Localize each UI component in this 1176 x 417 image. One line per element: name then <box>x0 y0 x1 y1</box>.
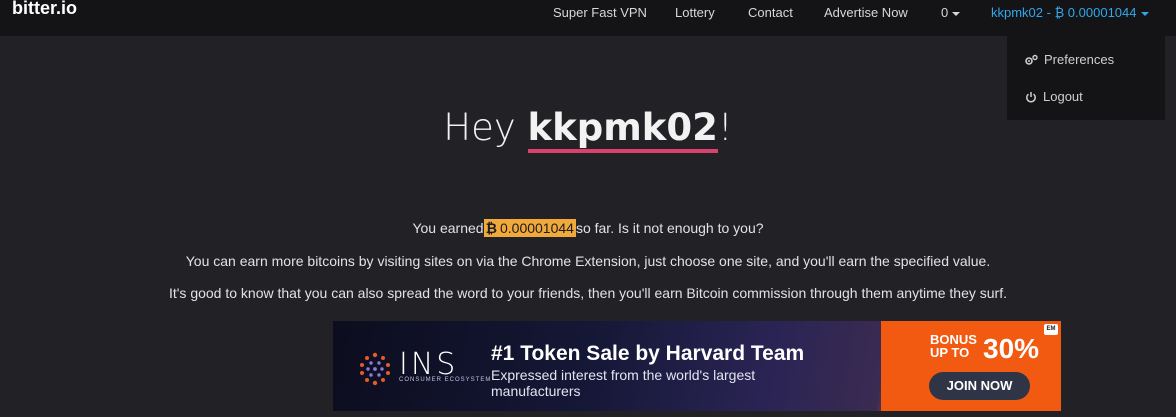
notifications-dropdown-toggle[interactable]: 0 <box>941 5 961 20</box>
earned-prefix: You earned <box>412 220 484 236</box>
gears-icon <box>1025 54 1038 65</box>
nav-link-advertise[interactable]: Advertise Now <box>824 5 908 20</box>
account-label: kkpmk02 - ₿ 0.00001044 <box>991 5 1137 20</box>
brand-logo[interactable]: bitter.io <box>12 0 77 19</box>
ad-banner[interactable]: INS CONSUMER ECOSYSTEM #1 Token Sale by … <box>333 321 1061 411</box>
greeting-heading: Hey kkpmk02! <box>0 106 1176 153</box>
join-now-button[interactable]: JOIN NOW <box>929 372 1030 400</box>
chevron-down-icon <box>952 11 961 16</box>
earned-amount: 0.00001044 <box>499 220 574 236</box>
ad-title: #1 Token Sale by Harvard Team <box>491 342 805 365</box>
earned-suffix: so far. Is it not enough to you? <box>575 220 764 236</box>
ad-bonus-percent: 30% <box>983 333 1040 364</box>
nav-link-lottery[interactable]: Lottery <box>675 5 715 20</box>
info-line-extension: You can earn more bitcoins by visiting s… <box>185 253 991 269</box>
menu-item-label: Logout <box>1043 89 1083 104</box>
info-line-referral: It's good to know that you can also spre… <box>168 285 1007 301</box>
power-icon <box>1026 92 1036 103</box>
bitcoin-icon: ₿ <box>485 220 497 236</box>
ad-badge[interactable]: EM <box>1044 324 1058 335</box>
ad-bonus-line2: UP TO <box>930 345 970 360</box>
earned-summary: You earned ₿ 0.00001044 so far. Is it not e… <box>0 219 1176 237</box>
menu-item-logout[interactable]: Logout <box>1025 89 1083 104</box>
notifications-count: 0 <box>941 5 949 20</box>
nav-link-vpn[interactable]: Super Fast VPN <box>553 5 647 20</box>
ins-logo-icon <box>360 352 390 386</box>
ad-bonus-label: BONUS UP TO <box>930 333 977 359</box>
top-navbar: bitter.io Super Fast VPN Lottery Contact… <box>0 0 1176 36</box>
ad-logo-subtitle: CONSUMER ECOSYSTEM <box>399 377 492 383</box>
greeting-username: kkpmk02 <box>527 106 718 153</box>
menu-item-preferences[interactable]: Preferences <box>1025 52 1114 67</box>
earned-amount-badge: ₿ 0.00001044 <box>483 219 576 237</box>
menu-item-label: Preferences <box>1044 52 1115 67</box>
greeting-prefix: Hey <box>443 106 516 149</box>
chevron-down-icon <box>1140 11 1149 16</box>
account-dropdown-toggle[interactable]: kkpmk02 - ₿ 0.00001044 <box>991 5 1149 20</box>
nav-link-contact[interactable]: Contact <box>748 5 793 20</box>
greeting-suffix: ! <box>717 106 733 149</box>
ad-description: Expressed interest from the world's larg… <box>491 367 756 399</box>
